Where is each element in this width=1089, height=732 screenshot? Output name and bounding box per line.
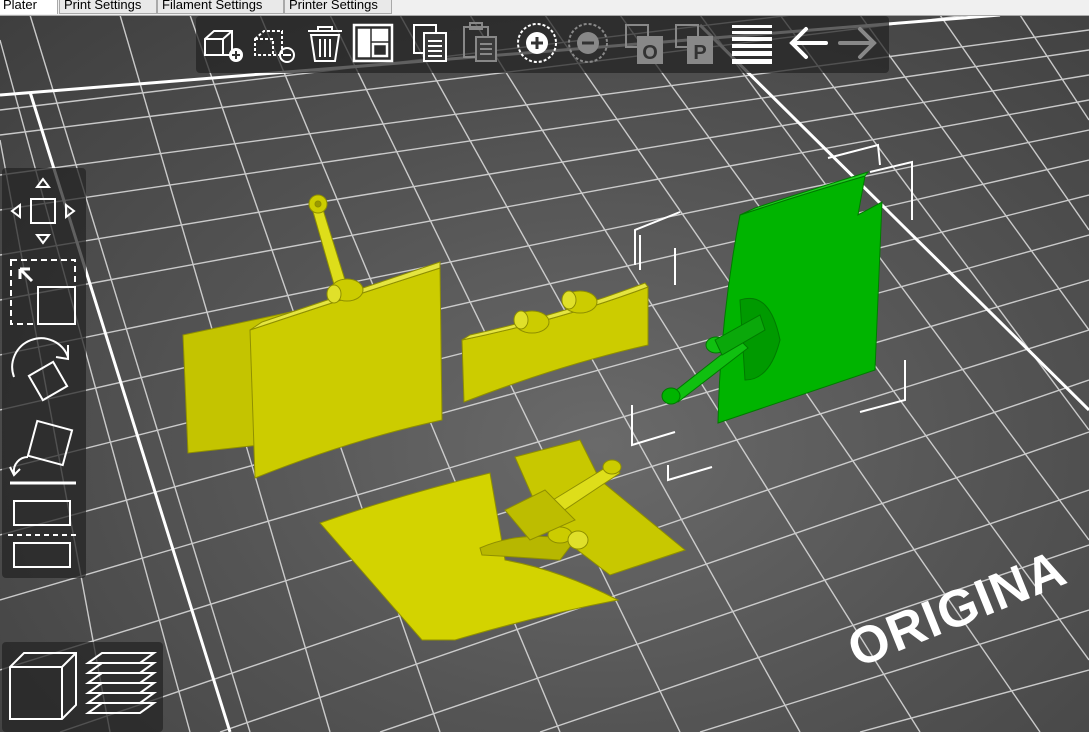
copy-icon[interactable] [408,19,454,67]
3d-view-icon[interactable] [6,647,80,723]
model-flat-panel [319,439,687,641]
model-middle-panel [461,282,649,403]
add-icon[interactable] [200,19,246,67]
tab-plater[interactable]: Plater [0,0,58,14]
add-instance-icon[interactable] [514,19,560,67]
arrange-icon[interactable] [350,19,396,67]
redo-icon[interactable] [836,19,882,67]
tab-printer-settings[interactable]: Printer Settings [284,0,392,14]
cut-tool-icon[interactable] [8,497,78,573]
delete-icon[interactable] [250,19,296,67]
tab-bar: Plater Print Settings Filament Settings … [0,0,1089,16]
delete-all-icon[interactable] [302,19,348,67]
split-objects-letter: O [642,42,658,64]
tab-print-settings[interactable]: Print Settings [59,0,157,14]
paste-icon[interactable] [458,19,504,67]
3d-viewport[interactable]: ORIGINA O P [0,15,1089,732]
tab-filament-settings[interactable]: Filament Settings [157,0,284,14]
rotate-tool-icon[interactable] [6,337,80,409]
remove-instance-icon[interactable] [565,19,611,67]
preview-view-icon[interactable] [84,649,158,723]
scale-tool-icon[interactable] [8,257,78,329]
layers-editing-icon[interactable] [728,19,774,67]
split-parts-letter: P [693,42,706,64]
undo-icon[interactable] [784,19,830,67]
move-tool-icon[interactable] [8,175,78,247]
model-selected-panel [661,171,883,424]
place-on-face-icon[interactable] [6,417,80,489]
model-left-panel [182,194,443,479]
split-objects-icon[interactable]: O [622,19,668,67]
split-parts-icon[interactable]: P [672,19,718,67]
